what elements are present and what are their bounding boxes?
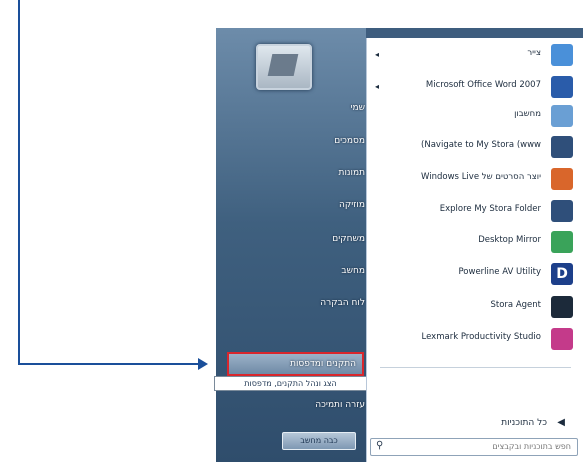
program-label: צייר [527, 48, 541, 58]
all-programs-button[interactable]: כל התוכניות ◀ [367, 416, 577, 434]
search-input[interactable] [395, 440, 571, 452]
menu-item-devices-printers[interactable]: התקנים ומדפסות [227, 352, 364, 376]
callout-arrow-icon [198, 358, 208, 370]
callout-line-horizontal [18, 363, 200, 365]
desktop-mirror-icon [551, 231, 573, 253]
program-item[interactable]: Desktop Mirror [367, 231, 577, 255]
search-icon: ⚲ [376, 440, 384, 451]
calculator-icon [551, 105, 573, 127]
all-programs-label: כל התוכניות [501, 418, 547, 428]
stora-folder-icon [551, 200, 573, 222]
menu-item-documents[interactable]: מסמכים [334, 136, 365, 146]
program-label: Powerline AV Utility [458, 267, 541, 277]
stora-agent-icon [551, 296, 573, 318]
program-label: מחשבון [514, 109, 541, 119]
program-item[interactable]: Powerline AV Utility D [367, 263, 577, 287]
devices-printers-tooltip: הצג ונהל התקנים, מדפסות [214, 376, 367, 391]
program-label: Microsoft Office Word 2007 [425, 80, 541, 90]
program-item[interactable]: (Navigate to My Stora (www [367, 136, 577, 160]
all-programs-arrow-icon: ◀ [557, 417, 565, 428]
user-picture-icon[interactable] [256, 44, 312, 90]
menu-item-username[interactable]: שמי [350, 103, 365, 113]
movie-maker-icon [551, 168, 573, 190]
program-item[interactable]: ◂ צייר [367, 44, 577, 68]
program-item[interactable]: Lexmark Productivity Studio [367, 328, 577, 352]
menu-item-control-panel[interactable]: לוח הבקרה [320, 298, 365, 308]
start-menu-right-panel [216, 28, 366, 462]
program-label: Lexmark Productivity Studio [421, 332, 541, 342]
paint-icon [551, 44, 573, 66]
program-item[interactable]: Stora Agent [367, 296, 577, 320]
menu-item-music[interactable]: מוזיקה [339, 200, 365, 210]
program-label: Stora Agent [490, 300, 542, 310]
program-label: Explore My Stora Folder [439, 204, 541, 214]
program-item[interactable]: Windows Live יוצר הסרטים של [367, 168, 577, 192]
submenu-arrow-icon: ◂ [375, 50, 380, 59]
start-search-box[interactable]: ⚲ [370, 438, 578, 456]
program-item[interactable]: ◂ Microsoft Office Word 2007 [367, 76, 577, 100]
word-icon [551, 76, 573, 98]
callout-line-vertical [18, 0, 20, 365]
program-label: Windows Live יוצר הסרטים של [421, 172, 541, 182]
menu-item-help[interactable]: עזרה ותמיכה [315, 400, 365, 410]
program-item[interactable]: מחשבון [367, 105, 577, 129]
powerline-icon: D [551, 263, 573, 285]
program-item[interactable]: Explore My Stora Folder [367, 200, 577, 224]
submenu-arrow-icon: ◂ [375, 82, 380, 91]
program-label: (Navigate to My Stora (www [421, 140, 541, 150]
menu-item-games[interactable]: משחקים [332, 234, 365, 244]
programs-separator [380, 367, 571, 368]
lexmark-icon [551, 328, 573, 350]
program-label: Desktop Mirror [478, 235, 541, 245]
stora-icon [551, 136, 573, 158]
shutdown-button[interactable]: כבה מחשב [282, 432, 356, 450]
menu-item-computer[interactable]: מחשב [341, 266, 365, 276]
menu-item-pictures[interactable]: תמונות [339, 168, 365, 178]
